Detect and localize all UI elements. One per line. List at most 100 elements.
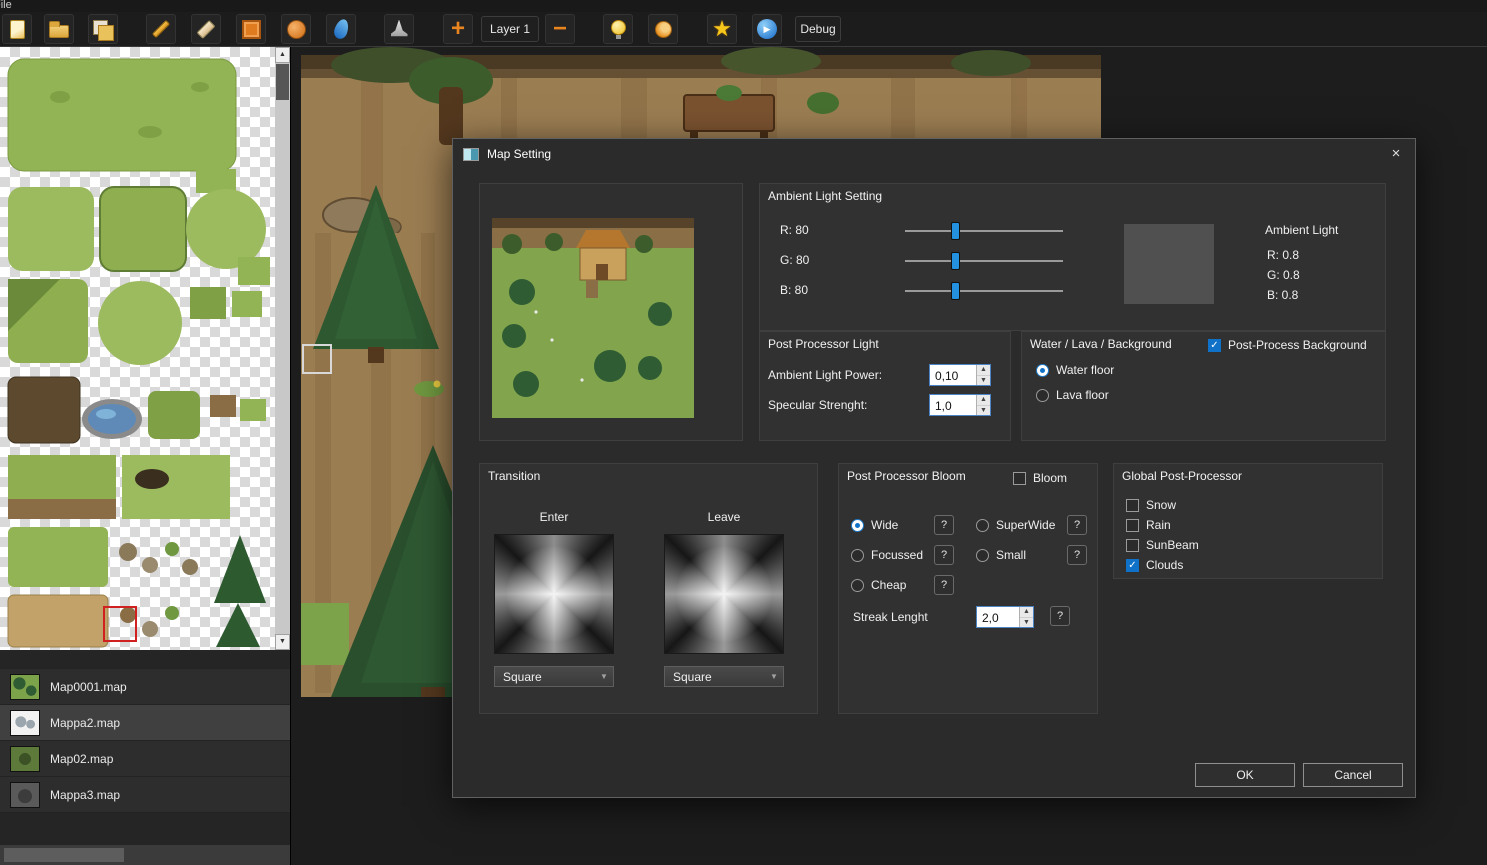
green-slider[interactable] bbox=[905, 252, 1063, 270]
checkbox-box[interactable]: ✓ bbox=[1126, 558, 1139, 572]
radio-dot[interactable] bbox=[851, 578, 864, 592]
radio-dot[interactable] bbox=[976, 518, 989, 532]
map-list-scrollbar[interactable] bbox=[0, 845, 290, 865]
checkbox-label: Rain bbox=[1146, 518, 1171, 532]
slider-thumb[interactable] bbox=[951, 222, 960, 240]
favorites-button[interactable]: ★ bbox=[707, 14, 737, 44]
scroll-up-button[interactable]: ▲ bbox=[275, 47, 290, 63]
layer-selector[interactable]: Layer 1 bbox=[481, 16, 539, 42]
plus-icon: + bbox=[450, 15, 465, 42]
focussed-help-button[interactable]: ? bbox=[934, 545, 954, 565]
tileset-palette[interactable]: ▲ ▼ bbox=[0, 47, 290, 650]
radio-dot[interactable] bbox=[1036, 363, 1049, 377]
lava-floor-radio[interactable]: Lava floor bbox=[1036, 388, 1109, 402]
scroll-down-button[interactable]: ▼ bbox=[275, 634, 290, 650]
small-help-button[interactable]: ? bbox=[1067, 545, 1087, 565]
pencil-tool-button[interactable] bbox=[146, 14, 176, 44]
streak-help-button[interactable]: ? bbox=[1050, 606, 1070, 626]
superwide-help-button[interactable]: ? bbox=[1067, 515, 1087, 535]
checkbox-box[interactable]: ✓ bbox=[1208, 338, 1221, 352]
checkbox-box[interactable]: ✓ bbox=[1013, 471, 1026, 485]
map-thumbnail bbox=[10, 781, 40, 808]
specular-strength-label: Specular Strenght: bbox=[768, 398, 868, 412]
bloom-small-radio[interactable]: Small bbox=[976, 548, 1026, 562]
bloom-wide-radio[interactable]: Wide bbox=[851, 518, 898, 532]
spin-up-button[interactable]: ▲ bbox=[977, 365, 990, 376]
radio-dot[interactable] bbox=[851, 548, 864, 562]
radio-dot[interactable] bbox=[851, 518, 864, 532]
ambient-light-label: Ambient Light bbox=[1265, 223, 1339, 237]
map-list-item-selected[interactable]: Mappa2.map bbox=[0, 705, 290, 741]
specular-strength-spinner[interactable]: 1,0 ▲ ▼ bbox=[929, 394, 991, 416]
chevron-down-icon[interactable]: ▼ bbox=[595, 672, 613, 681]
bloom-focussed-radio[interactable]: Focussed bbox=[851, 548, 923, 562]
scrollbar-thumb[interactable] bbox=[4, 848, 124, 862]
paint-tool-button[interactable] bbox=[326, 14, 356, 44]
cancel-button[interactable]: Cancel bbox=[1303, 763, 1403, 787]
radio-label: SuperWide bbox=[996, 518, 1056, 532]
radio-dot[interactable] bbox=[976, 548, 989, 562]
map-list-item[interactable]: Map0001.map bbox=[0, 669, 290, 705]
sunbeam-checkbox[interactable]: ✓ SunBeam bbox=[1126, 538, 1199, 552]
post-process-background-checkbox[interactable]: ✓ Post-Process Background bbox=[1208, 338, 1367, 352]
tile-fill-button[interactable] bbox=[236, 14, 266, 44]
open-map-button[interactable] bbox=[44, 14, 74, 44]
checkbox-box[interactable]: ✓ bbox=[1126, 518, 1139, 532]
water-floor-radio[interactable]: Water floor bbox=[1036, 363, 1114, 377]
scrollbar-thumb[interactable] bbox=[276, 64, 289, 100]
new-map-button[interactable] bbox=[2, 14, 32, 44]
bloom-superwide-radio[interactable]: SuperWide bbox=[976, 518, 1055, 532]
bloom-cheap-radio[interactable]: Cheap bbox=[851, 578, 906, 592]
tile-round-button[interactable] bbox=[281, 14, 311, 44]
debug-button[interactable]: Debug bbox=[795, 16, 841, 42]
dialog-title-bar[interactable]: Map Setting bbox=[453, 139, 1415, 169]
wide-help-button[interactable]: ? bbox=[934, 515, 954, 535]
close-icon[interactable]: × bbox=[1381, 141, 1411, 167]
save-icon bbox=[92, 19, 114, 41]
combo-value: Square bbox=[503, 669, 542, 684]
menu-bar: File bbox=[0, 0, 1487, 12]
streak-length-spinner[interactable]: 2,0 ▲ ▼ bbox=[976, 606, 1034, 628]
spin-up-button[interactable]: ▲ bbox=[1020, 607, 1033, 618]
spinner-value[interactable]: 2,0 bbox=[977, 607, 1019, 627]
map-list-item[interactable]: Map02.map bbox=[0, 741, 290, 777]
add-layer-button[interactable]: + bbox=[443, 14, 473, 44]
spin-up-button[interactable]: ▲ bbox=[977, 395, 990, 406]
remove-layer-button[interactable]: − bbox=[545, 14, 575, 44]
red-slider[interactable] bbox=[905, 222, 1063, 240]
tileset-canvas[interactable] bbox=[0, 47, 276, 650]
rain-checkbox[interactable]: ✓ Rain bbox=[1126, 518, 1171, 532]
map-list-item[interactable]: Mappa3.map bbox=[0, 777, 290, 813]
checkbox-box[interactable]: ✓ bbox=[1126, 538, 1139, 552]
checkbox-box[interactable]: ✓ bbox=[1126, 498, 1139, 512]
lamp-tool-button[interactable] bbox=[384, 14, 414, 44]
slider-thumb[interactable] bbox=[951, 282, 960, 300]
map-thumbnail bbox=[10, 745, 40, 772]
snow-checkbox[interactable]: ✓ Snow bbox=[1126, 498, 1176, 512]
radio-dot[interactable] bbox=[1036, 388, 1049, 402]
clouds-checkbox[interactable]: ✓ Clouds bbox=[1126, 558, 1183, 572]
blue-slider[interactable] bbox=[905, 282, 1063, 300]
chevron-down-icon[interactable]: ▼ bbox=[765, 672, 783, 681]
leave-transition-select[interactable]: Square ▼ bbox=[664, 666, 784, 687]
save-map-button[interactable] bbox=[88, 14, 118, 44]
spin-down-button[interactable]: ▼ bbox=[1020, 617, 1033, 627]
spinner-value[interactable]: 1,0 bbox=[930, 395, 976, 415]
ok-button[interactable]: OK bbox=[1195, 763, 1295, 787]
ambient-light-power-spinner[interactable]: 0,10 ▲ ▼ bbox=[929, 364, 991, 386]
cheap-help-button[interactable]: ? bbox=[934, 575, 954, 595]
slider-thumb[interactable] bbox=[951, 252, 960, 270]
tile-square-icon bbox=[241, 19, 261, 39]
spin-down-button[interactable]: ▼ bbox=[977, 405, 990, 415]
green-slider-label: G: 80 bbox=[780, 253, 810, 267]
menu-file[interactable]: File bbox=[0, 0, 12, 11]
tileset-scrollbar[interactable]: ▲ ▼ bbox=[275, 47, 290, 650]
spin-down-button[interactable]: ▼ bbox=[977, 375, 990, 385]
ambient-light-button[interactable] bbox=[648, 14, 678, 44]
enter-transition-select[interactable]: Square ▼ bbox=[494, 666, 614, 687]
bloom-checkbox[interactable]: ✓ Bloom bbox=[1013, 471, 1067, 485]
eraser-tool-button[interactable] bbox=[191, 14, 221, 44]
run-button[interactable]: ▶ bbox=[752, 14, 782, 44]
light-toggle-button[interactable] bbox=[603, 14, 633, 44]
spinner-value[interactable]: 0,10 bbox=[930, 365, 976, 385]
